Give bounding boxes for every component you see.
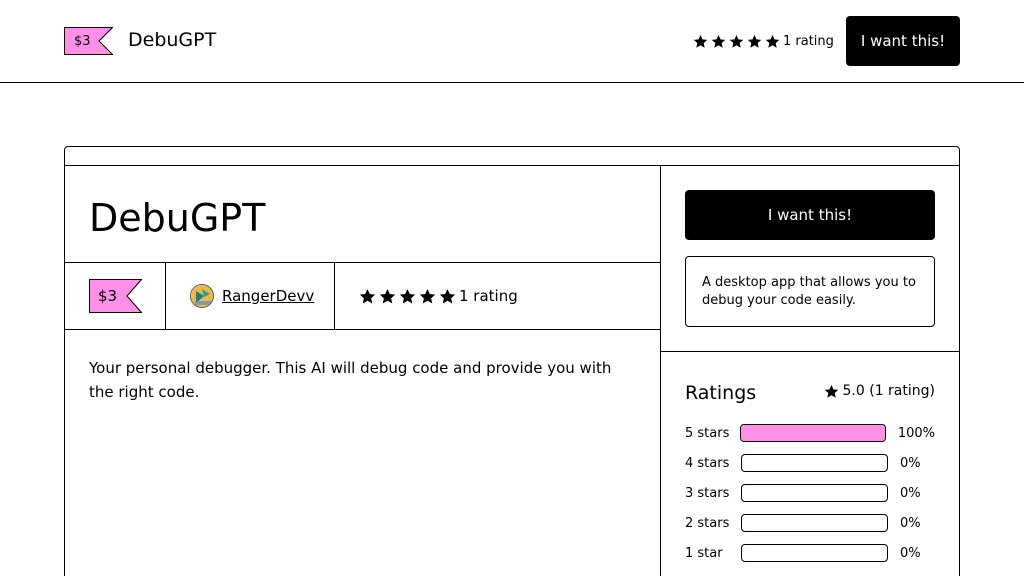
rating-row: 5 stars 100%	[685, 424, 935, 442]
product-stars	[359, 288, 459, 305]
rating-row-percent: 100%	[897, 425, 935, 441]
meta-price-cell: $3	[65, 263, 166, 329]
star-icon	[729, 34, 744, 49]
ratings-heading: Ratings	[685, 382, 757, 404]
header-stars	[693, 34, 783, 49]
rating-row-label: 2 stars	[685, 515, 730, 531]
header-price: $3	[74, 33, 91, 49]
header-rating[interactable]: 1 rating	[693, 32, 834, 50]
rating-row-label: 4 stars	[685, 455, 730, 471]
product-description: Your personal debugger. This AI will deb…	[89, 359, 612, 401]
star-icon	[693, 34, 708, 49]
star-icon	[711, 34, 726, 49]
product-summary: A desktop app that allows you to debug y…	[685, 256, 935, 327]
want-this-button[interactable]: I want this!	[685, 190, 935, 240]
rating-row-label: 5 stars	[685, 425, 730, 441]
star-icon	[419, 288, 436, 305]
header-product-name[interactable]: DebuGPT	[128, 29, 216, 51]
rating-row: 4 stars 0%	[685, 454, 935, 472]
product-price-tag: $3	[89, 279, 142, 313]
author-link[interactable]: RangerDevv	[222, 287, 314, 305]
meta-author-cell: RangerDevv	[166, 263, 335, 329]
rating-row-percent: 0%	[900, 455, 921, 471]
product-price: $3	[98, 287, 118, 305]
ratings-summary-text: 5.0 (1 rating)	[842, 383, 935, 399]
star-icon	[379, 288, 396, 305]
meta-rating-cell[interactable]: 1 rating	[335, 263, 660, 329]
rating-row-percent: 0%	[900, 485, 921, 501]
rating-row-percent: 0%	[900, 515, 921, 531]
avatar-icon[interactable]	[190, 284, 214, 308]
star-icon	[399, 288, 416, 305]
top-bar: $3 DebuGPT 1 rating I want this!	[0, 0, 1024, 83]
rating-row-percent: 0%	[900, 545, 921, 561]
header-want-button[interactable]: I want this!	[846, 16, 960, 66]
product-main: DebuGPT $3 RangerDevv 1 rating Your pers…	[65, 166, 661, 576]
panel-divider	[661, 351, 959, 352]
rating-bar	[741, 514, 888, 532]
star-icon	[439, 288, 456, 305]
purchase-panel: I want this! A desktop app that allows y…	[661, 166, 959, 576]
rating-bar	[741, 484, 888, 502]
ratings-summary: 5.0 (1 rating)	[824, 383, 935, 399]
rating-bar	[741, 454, 888, 472]
rating-bar	[740, 424, 886, 442]
product-meta-row: $3 RangerDevv 1 rating	[65, 262, 660, 330]
rating-bar	[741, 544, 888, 562]
rating-row-label: 1 star	[685, 545, 723, 561]
star-icon	[765, 34, 780, 49]
rating-row: 1 star 0%	[685, 544, 935, 562]
card-top-strip	[65, 147, 959, 166]
header-rating-text: 1 rating	[783, 33, 834, 49]
rating-bar-fill	[741, 425, 885, 441]
product-rating-text: 1 rating	[459, 287, 518, 305]
header-price-tag: $3	[64, 27, 113, 55]
star-icon	[824, 384, 839, 399]
rating-row-label: 3 stars	[685, 485, 730, 501]
product-title: DebuGPT	[89, 196, 266, 240]
star-icon	[359, 288, 376, 305]
star-icon	[747, 34, 762, 49]
rating-row: 2 stars 0%	[685, 514, 935, 532]
product-card: DebuGPT $3 RangerDevv 1 rating Your pers…	[64, 146, 960, 576]
rating-row: 3 stars 0%	[685, 484, 935, 502]
